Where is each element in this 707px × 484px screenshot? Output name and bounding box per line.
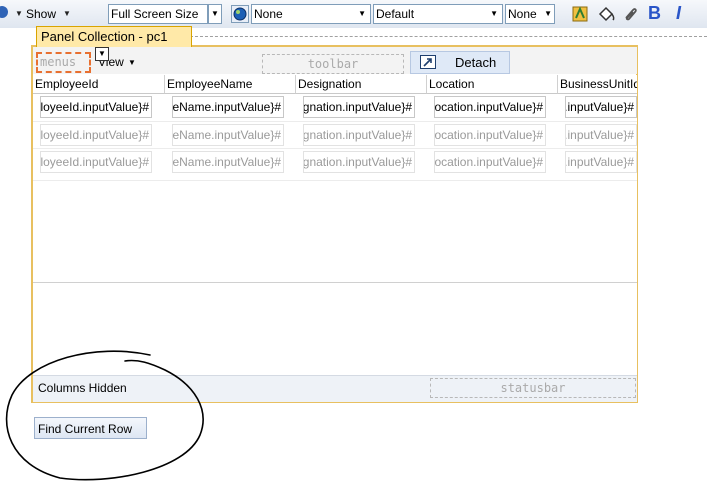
accessibility-chevron-down-icon[interactable]: ▼ <box>544 5 552 23</box>
column-header-employee-id[interactable]: EmployeeId <box>33 75 165 94</box>
cell-location-input[interactable]: #{row.Location.inputValue} <box>434 151 546 173</box>
skin-value: None <box>254 7 283 21</box>
annotation-circle <box>5 350 204 481</box>
toolbar-facet-placeholder[interactable]: toolbar <box>262 54 404 74</box>
show-menu[interactable]: Show <box>26 4 56 24</box>
screen-size-select[interactable]: Full Screen Size <box>108 4 208 24</box>
column-header-employee-name[interactable]: EmployeeName <box>165 75 296 94</box>
accessibility-value: None <box>508 7 537 21</box>
cell-business-unit-id-input[interactable]: #{row.BusinessUnitId.inputValue} <box>565 96 637 118</box>
cell-designation-input[interactable]: #{row.Designation.inputValue} <box>303 124 415 146</box>
paperclip-icon[interactable] <box>620 4 642 24</box>
dashed-divider <box>190 36 707 37</box>
style-value: Default <box>376 7 415 21</box>
statusbar-facet-placeholder[interactable]: statusbar <box>430 378 636 398</box>
menus-facet-placeholder[interactable]: menus <box>36 52 91 73</box>
top-toolbar: ▼ Show ▼ Full Screen Size ▼ None ▼ Defau… <box>0 0 707 28</box>
panel-collection-title: Panel Collection - pc1 <box>36 26 192 47</box>
view-chevron-down-icon[interactable]: ▼ <box>128 58 136 67</box>
show-caret-icon[interactable]: ▼ <box>15 4 23 24</box>
cell-designation-input[interactable]: #{row.Designation.inputValue} <box>303 151 415 173</box>
cell-employee-id-input[interactable]: #{row.EmployeeId.inputValue} <box>40 151 152 173</box>
column-header-business-unit-id[interactable]: BusinessUnitId <box>558 75 637 94</box>
skin-select[interactable]: None ▼ <box>251 4 371 24</box>
cell-business-unit-id-input[interactable]: #{row.BusinessUnitId.inputValue} <box>565 124 637 146</box>
cell-employee-id-input[interactable]: #{row.EmployeeId.inputValue} <box>40 96 152 118</box>
table-bottom-divider <box>33 282 637 283</box>
employee-table <box>33 75 637 375</box>
row-divider <box>33 180 637 181</box>
partial-icon <box>0 6 8 18</box>
cell-employee-name-input[interactable]: #{row.EmployeeName.inputValue} <box>172 124 284 146</box>
skin-globe-icon[interactable] <box>231 5 249 23</box>
paint-bucket-icon[interactable] <box>596 4 618 24</box>
italic-button[interactable]: I <box>676 3 681 23</box>
accessibility-select[interactable]: None ▼ <box>505 4 555 24</box>
cell-employee-name-input[interactable]: #{row.EmployeeName.inputValue} <box>172 96 284 118</box>
style-select[interactable]: Default ▼ <box>373 4 503 24</box>
row-divider <box>33 121 637 122</box>
bold-button[interactable]: B <box>648 3 661 23</box>
translate-icon[interactable] <box>570 4 592 24</box>
column-header-designation[interactable]: Designation <box>296 75 427 94</box>
show-chevron-down-icon[interactable]: ▼ <box>63 4 71 24</box>
skin-chevron-down-icon[interactable]: ▼ <box>358 5 366 23</box>
column-header-location[interactable]: Location <box>427 75 558 94</box>
row-divider <box>33 148 637 149</box>
cell-designation-input[interactable]: #{row.Designation.inputValue} <box>303 96 415 118</box>
cell-business-unit-id-input[interactable]: #{row.BusinessUnitId.inputValue} <box>565 151 637 173</box>
cell-employee-id-input[interactable]: #{row.EmployeeId.inputValue} <box>40 124 152 146</box>
screen-size-dropdown-button[interactable]: ▼ <box>208 4 222 24</box>
detach-icon <box>420 55 436 69</box>
cell-location-input[interactable]: #{row.Location.inputValue} <box>434 124 546 146</box>
cell-employee-name-input[interactable]: #{row.EmployeeName.inputValue} <box>172 151 284 173</box>
style-chevron-down-icon[interactable]: ▼ <box>490 5 498 23</box>
cell-location-input[interactable]: #{row.Location.inputValue} <box>434 96 546 118</box>
menus-dropdown-button[interactable]: ▼ <box>95 47 109 61</box>
